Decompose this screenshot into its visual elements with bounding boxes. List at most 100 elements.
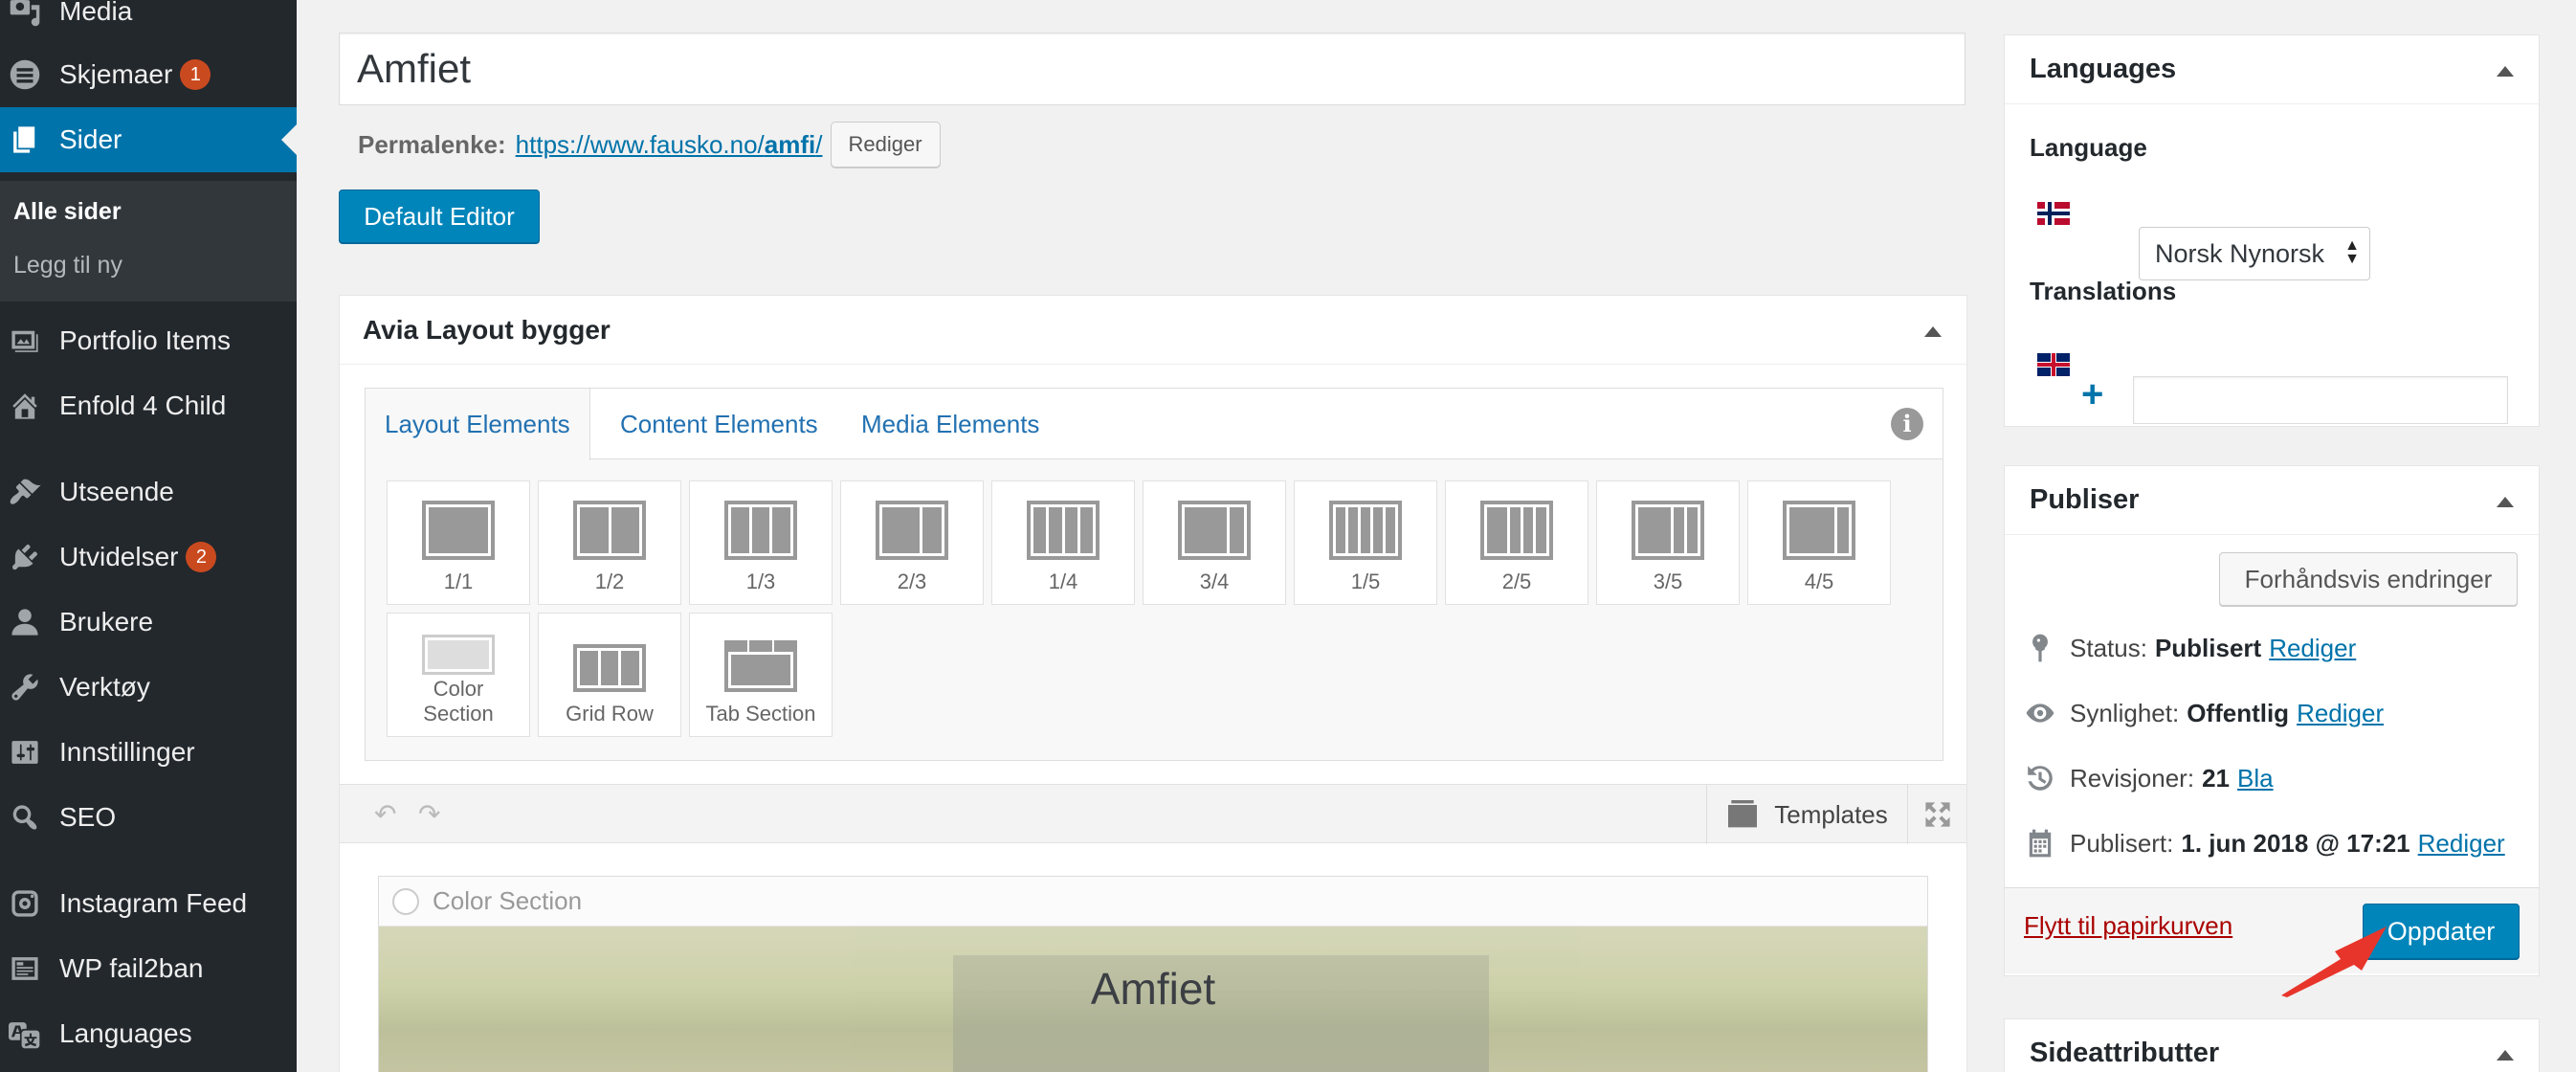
column-1-4-icon [1027,501,1099,560]
menu-item-wp-fail2ban[interactable]: WP fail2ban [0,936,297,1001]
redo-icon[interactable]: ↷ [418,798,440,830]
language-label: Language [2030,133,2147,162]
menu-item-skjemaer[interactable]: Skjemaer 1 [0,42,297,107]
collapse-arrow-icon[interactable] [2497,66,2514,77]
menu-item-innstillinger[interactable]: Innstillinger [0,720,297,785]
tab-media-elements[interactable]: Media Elements [842,389,1058,459]
collapse-arrow-icon[interactable] [1924,326,1942,337]
element-grid-row[interactable]: Grid Row [538,613,681,737]
publish-actions: Flytt til papirkurven Oppdater [2005,887,2539,973]
pages-submenu: Alle sider Legg til ny [0,181,297,302]
post-title-input[interactable]: Amfiet [339,33,1965,105]
collapse-arrow-icon[interactable] [2497,497,2514,507]
portfolio-icon [8,324,42,358]
add-translation-icon[interactable]: + [2081,375,2103,413]
tab-layout-elements[interactable]: Layout Elements [366,389,590,460]
edit-status-link[interactable]: Rediger [2269,634,2356,663]
element-column-3-5[interactable]: 3/5 [1596,480,1740,605]
fullscreen-button[interactable] [1907,785,1966,844]
menu-item-label: WP fail2ban [59,953,204,983]
element-color-section[interactable]: Color Section [387,613,530,737]
fail2ban-icon [8,951,42,986]
menu-item-label: Utvidelser [59,542,179,571]
norway-flag-icon [2037,202,2070,225]
menu-item-languages[interactable]: Languages [0,1001,297,1066]
pin-icon [2024,632,2056,664]
undo-icon[interactable]: ↶ [374,798,396,830]
menu-item-utvidelser[interactable]: Utvidelser 2 [0,525,297,590]
menu-item-verktoy[interactable]: Verktøy [0,655,297,720]
color-section-icon [422,635,495,675]
menu-item-portfolio-items[interactable]: Portfolio Items [0,308,297,373]
element-column-1-2[interactable]: 1/2 [538,480,681,605]
published-row: Publisert: 1. jun 2018 @ 17:21 Rediger [2024,824,2505,862]
column-1-3-icon [724,501,797,560]
collapse-arrow-icon[interactable] [2497,1050,2514,1061]
edit-permalink-button[interactable]: Rediger [830,122,941,168]
translate-icon [8,1016,42,1051]
languages-box: Languages Language Norsk Nynorsk ▲ ▼ Tran… [2004,34,2540,427]
preview-changes-button[interactable]: Forhåndsvis endringer [2219,552,2518,606]
permalink-label: Permalenke: [358,129,506,159]
menu-item-label: Sider [59,124,122,154]
page-attributes-header[interactable]: Sideattributter [2005,1019,2539,1072]
menu-item-sider[interactable]: Sider [0,107,297,172]
menu-item-brukere[interactable]: Brukere [0,590,297,655]
menu-item-instagram-feed[interactable]: Instagram Feed [0,871,297,936]
avia-layout-builder: Avia Layout bygger Layout Elements Conte… [339,295,1967,1072]
menu-item-label: SEO [59,802,117,832]
brush-icon [8,475,42,509]
element-column-1-5[interactable]: 1/5 [1294,480,1437,605]
edit-date-link[interactable]: Rediger [2418,829,2505,859]
grid-row-icon [573,644,646,692]
browse-revisions-link[interactable]: Bla [2237,764,2274,793]
move-to-trash-link[interactable]: Flytt til papirkurven [2024,911,2232,941]
builder-header[interactable]: Avia Layout bygger [340,296,1966,365]
wrench-icon [8,670,42,704]
permalink-link[interactable]: https://www.fausko.no/amfi/ [516,130,823,160]
menu-item-enfold-child[interactable]: Enfold 4 Child [0,373,297,438]
builder-toolbar: ↶ ↷ Templates [340,784,1966,844]
menu-item-utseende[interactable]: Utseende [0,459,297,525]
submenu-add-new[interactable]: Legg til ny [13,252,122,279]
section-radio[interactable] [392,887,419,915]
element-column-1-1[interactable]: 1/1 [387,480,530,605]
revisions-row: Revisjoner: 21 Bla [2024,759,2274,797]
canvas-color-section[interactable]: Color Section Amfiet [378,876,1928,1072]
fullscreen-icon [1924,802,1950,827]
language-select[interactable]: Norsk Nynorsk ▲ ▼ [2139,227,2370,280]
element-column-1-3[interactable]: 1/3 [689,480,833,605]
eye-icon [2024,697,2056,729]
menu-item-seo[interactable]: SEO [0,785,297,850]
visibility-row: Synlighet: Offentlig Rediger [2024,694,2384,732]
tab-content-elements[interactable]: Content Elements [601,389,837,459]
languages-box-header[interactable]: Languages [2005,35,2539,104]
update-count-badge: 1 [180,59,211,90]
edit-visibility-link[interactable]: Rediger [2297,699,2384,728]
element-column-3-4[interactable]: 3/4 [1143,480,1286,605]
plugin-icon [8,540,42,574]
column-2-5-icon [1480,501,1553,560]
element-column-1-4[interactable]: 1/4 [991,480,1135,605]
element-tab-section[interactable]: Tab Section [689,613,833,737]
submenu-all-pages[interactable]: Alle sider [13,198,122,226]
publish-box-header[interactable]: Publiser [2005,466,2539,535]
column-1-1-icon [422,501,495,560]
user-icon [8,605,42,639]
menu-item-label: Brukere [59,607,154,636]
element-column-2-3[interactable]: 2/3 [840,480,984,605]
menu-item-label: Innstillinger [59,737,195,767]
translation-input[interactable] [2133,376,2508,424]
forms-icon [8,57,42,92]
column-1-2-icon [573,501,646,560]
element-column-4-5[interactable]: 4/5 [1747,480,1891,605]
column-3-4-icon [1178,501,1251,560]
templates-icon [1728,800,1758,828]
element-column-2-5[interactable]: 2/5 [1445,480,1588,605]
info-icon[interactable]: i [1891,408,1923,440]
default-editor-button[interactable]: Default Editor [339,190,540,243]
templates-button[interactable]: Templates [1706,785,1907,844]
menu-item-media[interactable]: Media [0,0,297,44]
pages-icon [8,123,42,157]
instagram-icon [8,886,42,921]
